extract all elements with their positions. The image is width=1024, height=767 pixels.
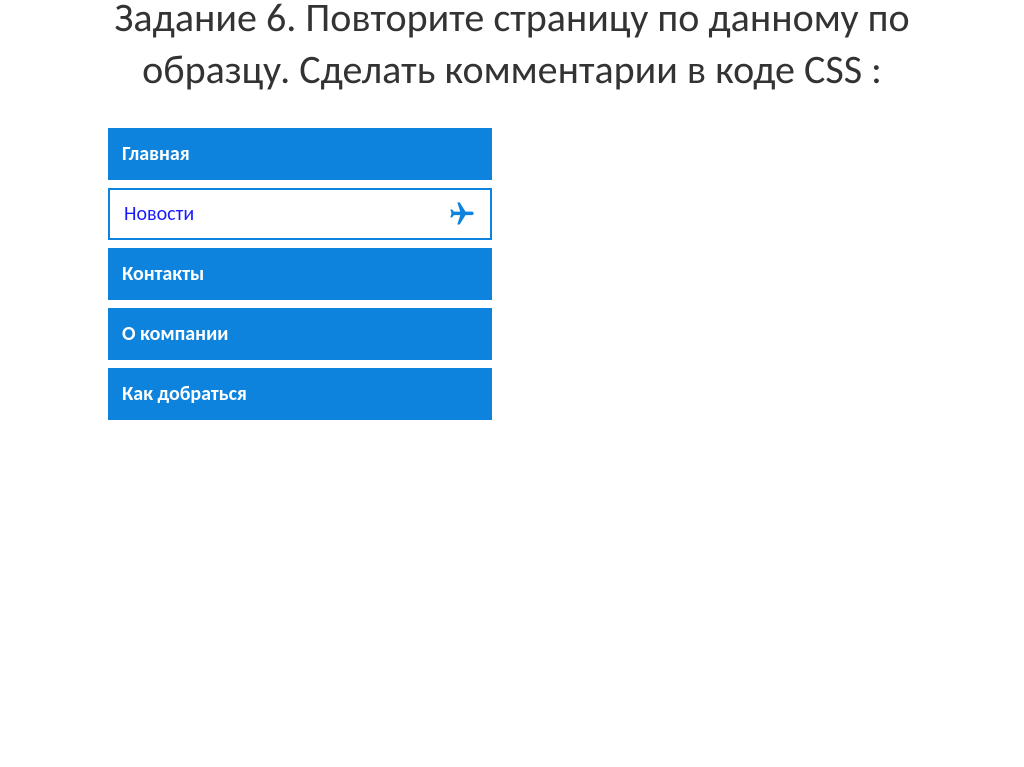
menu-item-label: Новости — [124, 202, 194, 226]
menu-item-news[interactable]: Новости — [108, 188, 492, 240]
menu-item-home[interactable]: Главная — [108, 128, 492, 180]
menu-item-label: Главная — [122, 142, 190, 166]
menu-item-label: Контакты — [122, 262, 204, 286]
airplane-icon — [448, 200, 476, 228]
task-title: Задание 6. Повторите страницу по данному… — [0, 0, 1024, 96]
menu-item-contacts[interactable]: Контакты — [108, 248, 492, 300]
menu-item-label: Как добраться — [122, 382, 247, 406]
menu-item-label: О компании — [122, 322, 228, 346]
nav-menu: Главная Новости Контакты О компании Как … — [108, 128, 492, 420]
menu-item-about[interactable]: О компании — [108, 308, 492, 360]
menu-item-directions[interactable]: Как добраться — [108, 368, 492, 420]
